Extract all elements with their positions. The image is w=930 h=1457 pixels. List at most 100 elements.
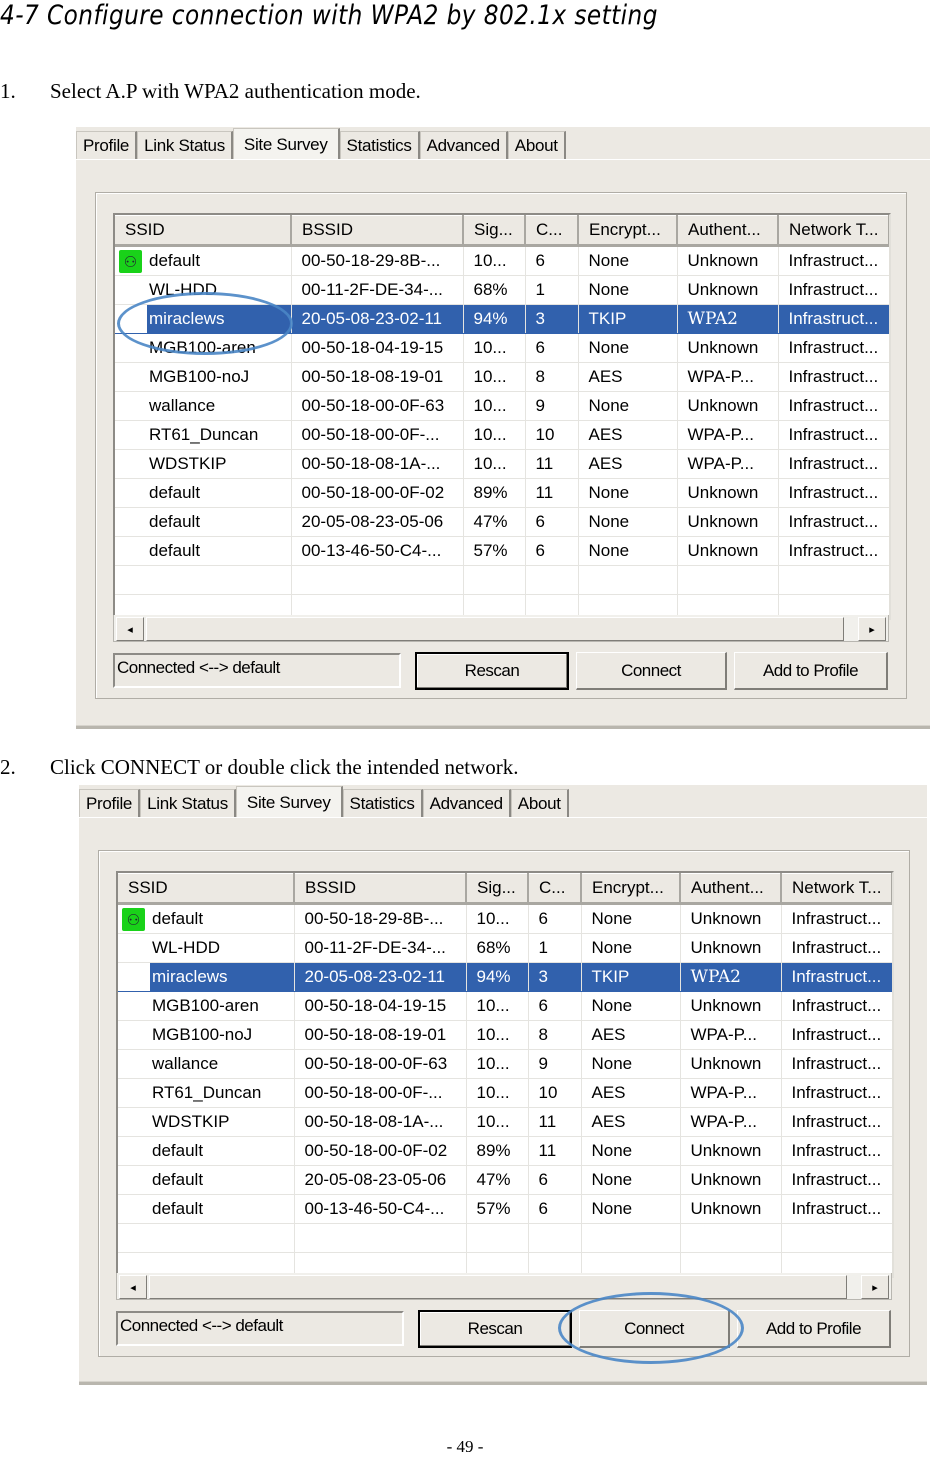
scrollbar-thumb[interactable] <box>149 1275 847 1299</box>
table-row[interactable]: WL-HDD 00-11-2F-DE-34-... 68% 1 None Unknown I… <box>115 275 889 305</box>
horizontal-scrollbar[interactable]: ◂ ▸ <box>113 615 889 642</box>
tab-advanced[interactable]: Advanced <box>419 131 508 159</box>
cell-text: None <box>591 1170 633 1189</box>
cell-text: 00-50-18-00-0F-02 <box>304 1141 448 1160</box>
tab-link-status[interactable]: Link Status <box>137 131 233 159</box>
table-row[interactable]: default 00-50-18-00-0F-02 89% 11 None Unknown… <box>115 478 889 508</box>
cell-auth: WPA2 <box>677 304 779 334</box>
cell-text: Infrastruct... <box>788 338 879 357</box>
table-row[interactable]: default 00-13-46-50-C4-... 57% 6 None Unknown… <box>115 536 889 566</box>
add-to-profile-button[interactable]: Add to Profile <box>734 652 888 690</box>
cell-encryption: None <box>578 536 678 566</box>
tab-link-status[interactable]: Link Status <box>140 789 236 817</box>
table-row[interactable]: ⚇ default 00-50-18-29-8B-... 10... 6 None Unkn… <box>115 245 889 276</box>
column-header-authent[interactable]: Authent... <box>680 873 782 905</box>
table-row[interactable]: MGB100-aren 00-50-18-04-19-15 10... 6 None Un… <box>115 333 889 363</box>
cell-encryption: None <box>581 991 681 1021</box>
cell-text: 9 <box>535 396 545 415</box>
connect-button[interactable]: Connect <box>576 652 727 690</box>
tab-about[interactable]: About <box>510 789 569 817</box>
tab-profile[interactable]: Profile <box>79 789 141 817</box>
table-row[interactable]: WL-HDD 00-11-2F-DE-34-... 68% 1 None Unknown I… <box>118 933 892 963</box>
table-row[interactable]: MGB100-aren 00-50-18-04-19-15 10... 6 None Un… <box>118 991 892 1021</box>
tab-site-survey[interactable]: Site Survey <box>235 786 343 818</box>
cell-bssid: 00-50-18-08-19-01 <box>291 362 464 392</box>
column-header-networkt[interactable]: Network T... <box>781 873 892 905</box>
column-header-sig[interactable]: Sig... <box>466 873 529 905</box>
cell-auth: Unknown <box>677 536 779 566</box>
cell-text: 00-50-18-00-0F-63 <box>301 396 445 415</box>
rescan-button[interactable]: Rescan <box>415 652 569 690</box>
cell-encryption: None <box>581 903 681 934</box>
cell-text: miraclews <box>149 309 225 328</box>
cell-text: WPA-P... <box>687 454 754 473</box>
cell-text: Infrastruct... <box>788 512 879 531</box>
cell-auth: WPA2 <box>680 962 782 992</box>
scroll-left-arrow-icon[interactable]: ◂ <box>116 617 144 641</box>
table-row-selected[interactable]: miraclews 20-05-08-23-02-11 94% 3 TKIP WPA2 In… <box>115 304 889 334</box>
scroll-left-arrow-icon[interactable]: ◂ <box>119 1275 147 1299</box>
table-row[interactable]: wallance 00-50-18-00-0F-63 10... 9 None Unkno… <box>115 391 889 421</box>
table-row[interactable]: ⚇ default 00-50-18-29-8B-... 10... 6 None Unkn… <box>118 903 892 934</box>
empty-cell <box>528 1223 582 1253</box>
table-row[interactable]: default 20-05-08-23-05-06 47% 6 None Unknown I… <box>118 1165 892 1195</box>
table-row[interactable]: WDSTKIP 00-50-18-08-1A-... 10... 11 AES WPA-P… <box>115 449 889 479</box>
table-row[interactable]: wallance 00-50-18-00-0F-63 10... 9 None Unkno… <box>118 1049 892 1079</box>
cell-signal: 10... <box>466 1049 529 1079</box>
column-header-encrypt[interactable]: Encrypt... <box>581 873 681 905</box>
cell-channel: 11 <box>528 1107 582 1137</box>
table-row[interactable]: default 00-50-18-00-0F-02 89% 11 None Unknown… <box>118 1136 892 1166</box>
tab-advanced[interactable]: Advanced <box>422 789 511 817</box>
tab-statistics[interactable]: Statistics <box>339 131 420 159</box>
column-header-sig[interactable]: Sig... <box>463 215 526 247</box>
cell-text: AES <box>588 367 623 386</box>
tab-site-survey[interactable]: Site Survey <box>232 128 340 160</box>
scroll-right-arrow-icon[interactable]: ▸ <box>858 617 886 641</box>
column-header-bssid[interactable]: BSSID <box>294 873 467 905</box>
cell-network: Infrastruct... <box>781 1049 892 1079</box>
scroll-right-arrow-icon[interactable]: ▸ <box>861 1275 889 1299</box>
column-header-c[interactable]: C... <box>525 215 579 247</box>
column-header-ssid[interactable]: SSID <box>118 873 295 905</box>
cell-network: Infrastruct... <box>778 449 889 479</box>
cell-text: 10... <box>473 338 507 357</box>
cell-encryption: AES <box>581 1020 681 1050</box>
cell-text: WPA2 <box>690 967 741 987</box>
cell-bssid: 20-05-08-23-02-11 <box>291 304 464 334</box>
empty-cell <box>581 1223 681 1253</box>
connect-button[interactable]: Connect <box>579 1310 730 1348</box>
cell-channel: 6 <box>525 245 579 276</box>
cell-network: Infrastruct... <box>778 391 889 421</box>
empty-cell <box>778 565 889 595</box>
column-header-ssid[interactable]: SSID <box>115 215 292 247</box>
table-row[interactable]: RT61_Duncan 00-50-18-00-0F-... 10... 10 AES W… <box>115 420 889 450</box>
connected-network-icon: ⚇ <box>119 250 142 273</box>
table-row-selected[interactable]: miraclews 20-05-08-23-02-11 94% 3 TKIP WPA2 In… <box>118 962 892 992</box>
tab-profile[interactable]: Profile <box>76 131 138 159</box>
add-to-profile-button[interactable]: Add to Profile <box>737 1310 891 1348</box>
table-row[interactable]: WDSTKIP 00-50-18-08-1A-... 10... 11 AES WPA-P… <box>118 1107 892 1137</box>
column-header-authent[interactable]: Authent... <box>677 215 779 247</box>
cell-ssid: default <box>118 1165 295 1195</box>
cell-ssid: ⚇ default <box>115 245 292 276</box>
column-header-encrypt[interactable]: Encrypt... <box>578 215 678 247</box>
column-header-bssid[interactable]: BSSID <box>291 215 464 247</box>
table-row[interactable]: default 00-13-46-50-C4-... 57% 6 None Unknown… <box>118 1194 892 1224</box>
cell-text: Infrastruct... <box>791 1025 882 1044</box>
tab-statistics[interactable]: Statistics <box>342 789 423 817</box>
tab-about[interactable]: About <box>507 131 566 159</box>
cell-text: 00-50-18-08-1A-... <box>304 1112 444 1131</box>
table-row[interactable]: MGB100-noJ 00-50-18-08-19-01 10... 8 AES WPA-… <box>118 1020 892 1050</box>
table-row[interactable]: MGB100-noJ 00-50-18-08-19-01 10... 8 AES WPA-… <box>115 362 889 392</box>
column-header-c[interactable]: C... <box>528 873 582 905</box>
network-list[interactable]: SSID BSSID Sig... C... Encrypt... Authent... N… <box>113 213 891 620</box>
rescan-button[interactable]: Rescan <box>418 1310 572 1348</box>
table-row[interactable]: RT61_Duncan 00-50-18-00-0F-... 10... 10 AES W… <box>118 1078 892 1108</box>
horizontal-scrollbar[interactable]: ◂ ▸ <box>116 1273 892 1300</box>
network-list[interactable]: SSID BSSID Sig... C... Encrypt... Authent... N… <box>116 871 894 1278</box>
column-header-networkt[interactable]: Network T... <box>778 215 889 247</box>
table-row[interactable]: default 20-05-08-23-05-06 47% 6 None Unknown I… <box>115 507 889 537</box>
cell-text: Infrastruct... <box>791 967 882 986</box>
scrollbar-thumb[interactable] <box>146 617 844 641</box>
cell-bssid: 00-11-2F-DE-34-... <box>294 933 467 963</box>
